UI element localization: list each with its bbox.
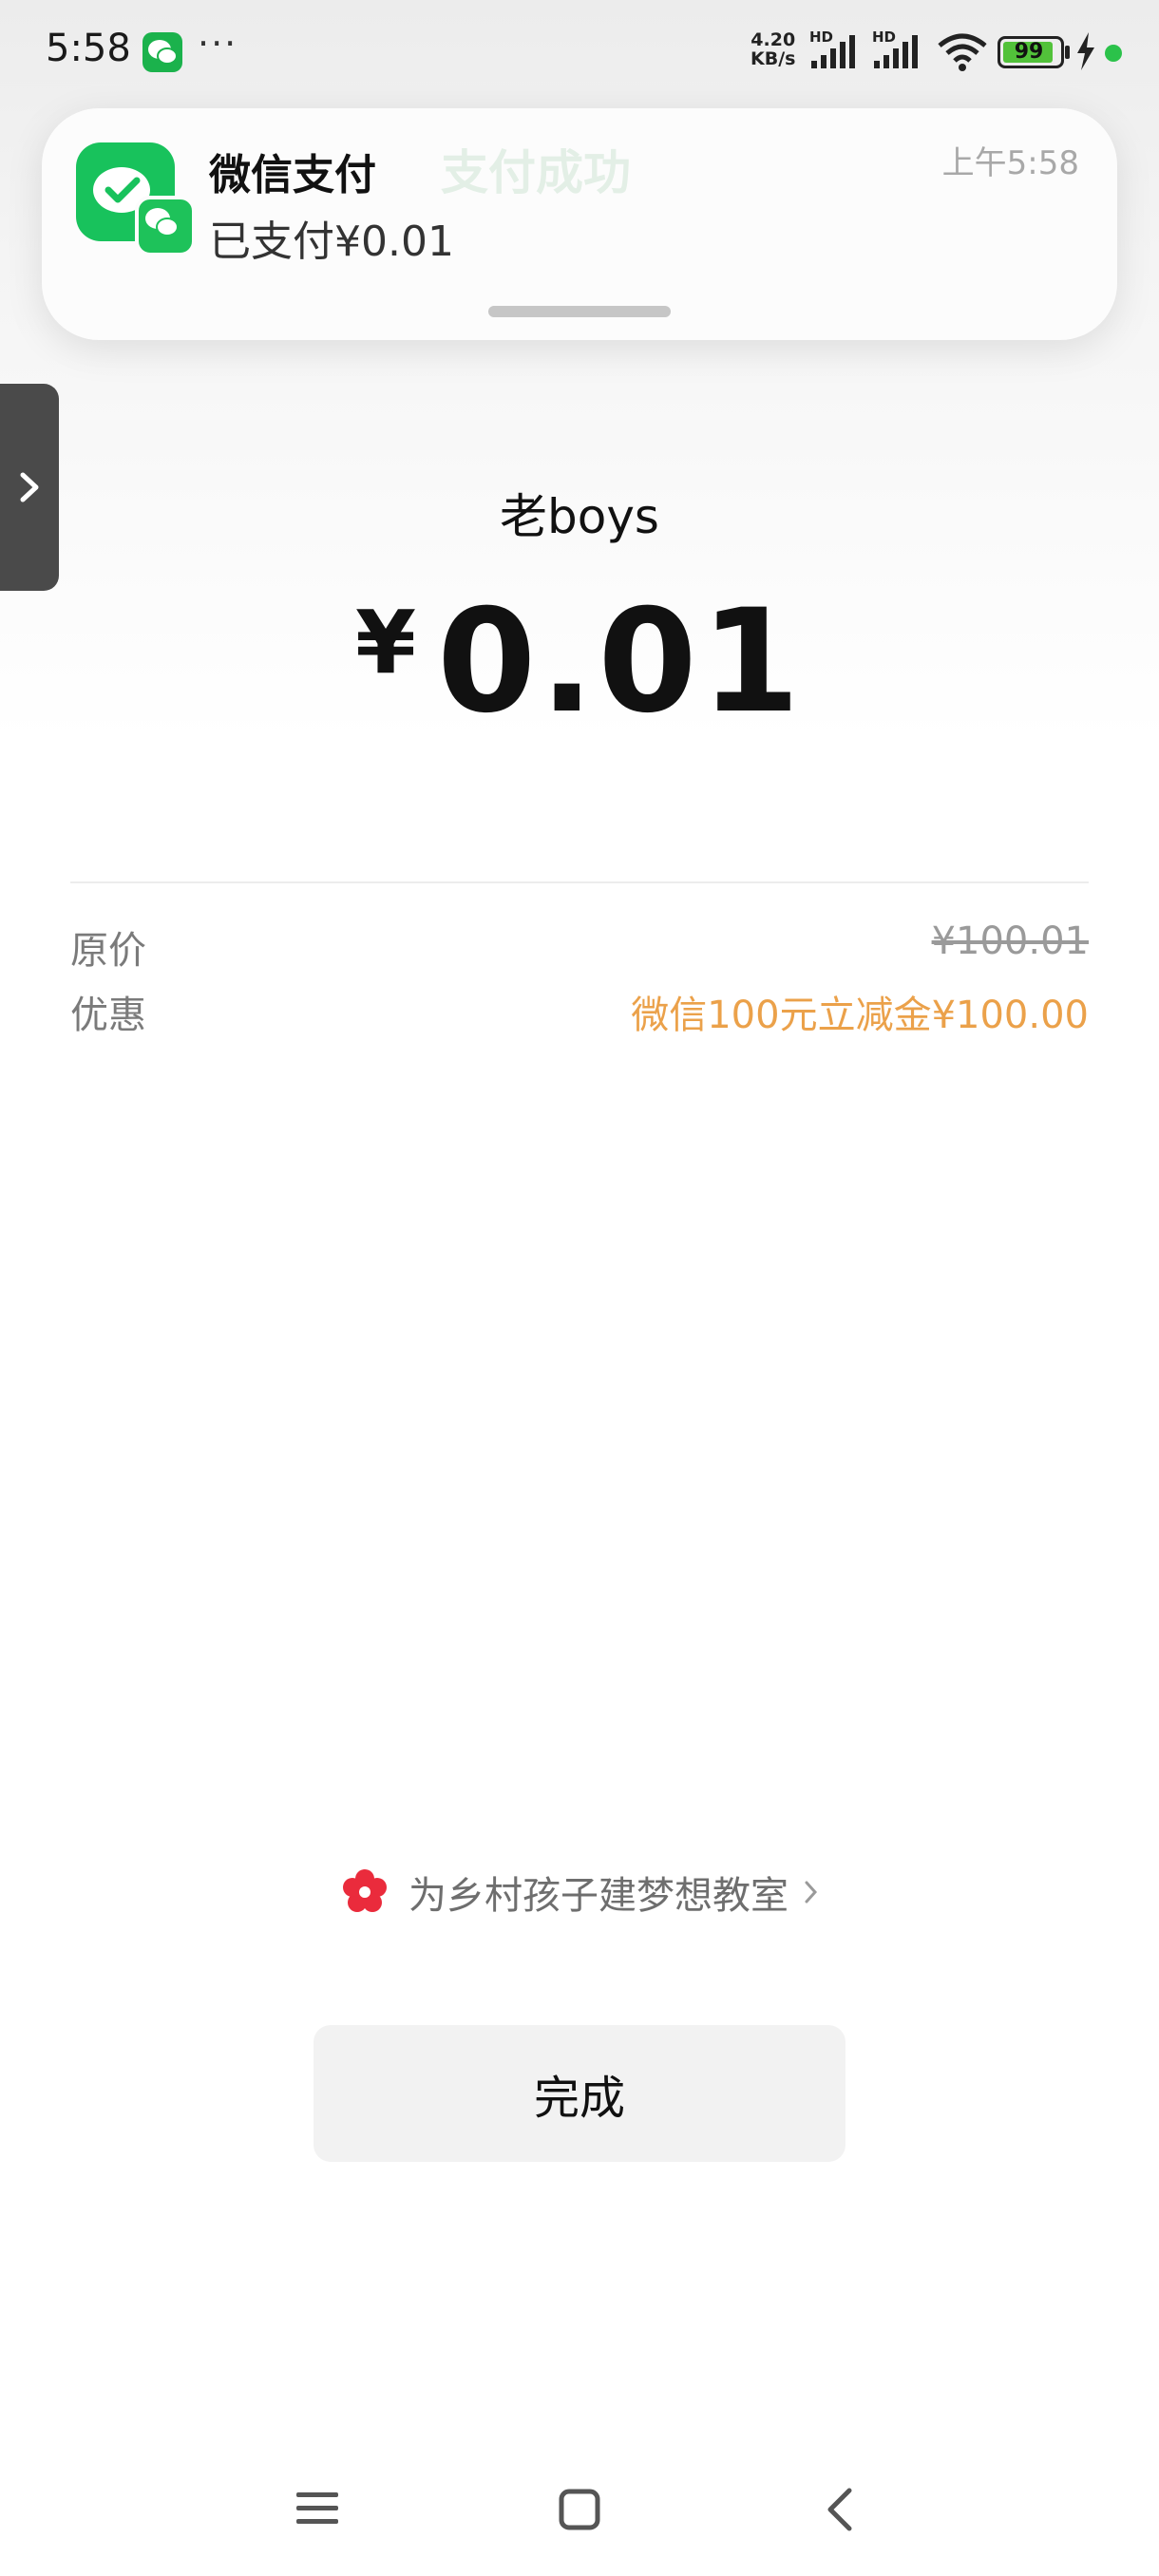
notification-drag-handle[interactable]	[488, 306, 671, 317]
privacy-indicator-dot	[1105, 45, 1122, 62]
merchant-name: 老boys	[500, 489, 659, 544]
notification-title: 微信支付	[209, 151, 376, 199]
notification-time: 上午5:58	[941, 144, 1079, 182]
signal-icon-2	[874, 35, 918, 68]
amount-value: 0.01	[436, 579, 805, 745]
wifi-icon	[938, 33, 987, 71]
wechat-icon	[142, 32, 182, 72]
wechat-badge-icon	[135, 196, 196, 256]
chevron-right-icon	[805, 1881, 818, 1904]
status-bar: 5:58 ··· 4.20 KB/s HD HD 99	[0, 0, 1159, 104]
payment-amount: ¥0.01	[0, 579, 1159, 745]
divider	[70, 881, 1089, 883]
done-button[interactable]: 完成	[314, 2025, 846, 2162]
discount-label: 优惠	[70, 994, 146, 1037]
battery-tip	[1065, 46, 1070, 59]
battery-level: 99	[1014, 40, 1044, 64]
menu-icon[interactable]	[296, 2491, 338, 2527]
charging-bolt-icon	[1077, 32, 1094, 70]
payment-notification[interactable]: 支付成功 微信支付 已支付¥0.01 上午5:58	[42, 108, 1117, 340]
notification-body: 已支付¥0.01	[209, 218, 454, 266]
currency-symbol: ¥	[354, 592, 416, 693]
home-icon[interactable]	[559, 2489, 600, 2530]
charity-text: 为乡村孩子建梦想教室	[408, 1874, 788, 1918]
battery-icon: 99	[998, 36, 1064, 68]
original-price-value: ¥100.01	[931, 919, 1089, 963]
back-icon[interactable]	[823, 2487, 855, 2532]
more-notifications-icon: ···	[198, 23, 238, 65]
original-price-label: 原价	[70, 929, 146, 973]
status-time: 5:58	[46, 27, 131, 70]
notification-ghost-text: 支付成功	[441, 145, 631, 200]
signal-icon-1	[811, 35, 855, 68]
discount-value: 微信100元立减金¥100.00	[631, 994, 1089, 1037]
navigation-bar	[0, 2470, 1159, 2546]
flower-icon	[343, 1869, 387, 1912]
charity-link[interactable]: 为乡村孩子建梦想教室	[0, 1864, 1159, 1921]
network-speed: 4.20 KB/s	[750, 29, 796, 69]
